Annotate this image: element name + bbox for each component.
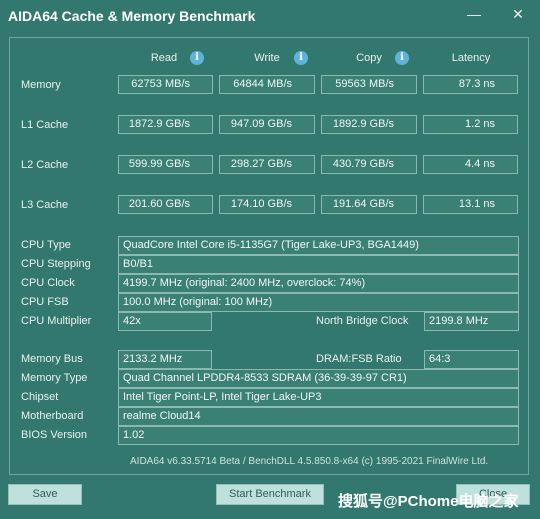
l3-read-value: 201.60 GB/s: [118, 195, 213, 214]
dram-fsb-ratio-label: DRAM:FSB Ratio: [316, 353, 402, 365]
l1-read-value: 1872.9 GB/s: [118, 115, 213, 134]
write-info-icon[interactable]: i: [294, 51, 308, 65]
cpu-multiplier-value: 42x: [118, 312, 212, 331]
minimize-icon[interactable]: —: [466, 6, 482, 22]
cpu-clock-label: CPU Clock: [21, 277, 75, 289]
cpu-fsb-value: 100.0 MHz (original: 100 MHz): [118, 293, 519, 312]
save-button[interactable]: Save: [8, 484, 82, 505]
l3-write-value: 174.10 GB/s: [219, 195, 315, 214]
cpu-type-label: CPU Type: [21, 239, 71, 251]
l2-latency-value: 4.4 ns: [423, 155, 518, 174]
latency-header: Latency: [451, 52, 491, 64]
bios-version-label: BIOS Version: [21, 429, 88, 441]
memory-copy-value: 59563 MB/s: [321, 75, 417, 94]
chipset-label: Chipset: [21, 391, 59, 403]
close-icon[interactable]: ✕: [510, 6, 526, 22]
memory-latency-value: 87.3 ns: [423, 75, 518, 94]
watermark: 搜狐号@PChome电脑之家: [338, 493, 519, 510]
north-bridge-clock-label: North Bridge Clock: [316, 315, 409, 327]
read-info-icon[interactable]: i: [190, 51, 204, 65]
dram-fsb-ratio-value: 64:3: [424, 350, 519, 369]
l2-copy-value: 430.79 GB/s: [321, 155, 417, 174]
window-title: AIDA64 Cache & Memory Benchmark: [8, 8, 256, 24]
row-label-l1: L1 Cache: [21, 119, 69, 131]
l1-copy-value: 1892.9 GB/s: [321, 115, 417, 134]
bios-version-value: 1.02: [118, 426, 519, 445]
cpu-type-value: QuadCore Intel Core i5-1135G7 (Tiger Lak…: [118, 236, 519, 255]
write-header: Write: [254, 52, 280, 64]
title-bar: AIDA64 Cache & Memory Benchmark — ✕: [0, 0, 540, 32]
l3-latency-value: 13.1 ns: [423, 195, 518, 214]
motherboard-value: realme Cloud14: [118, 407, 519, 426]
memory-type-label: Memory Type: [21, 372, 88, 384]
cpu-clock-value: 4199.7 MHz (original: 2400 MHz, overcloc…: [118, 274, 519, 293]
memory-bus-value: 2133.2 MHz: [118, 350, 212, 369]
chipset-value: Intel Tiger Point-LP, Intel Tiger Lake-U…: [118, 388, 519, 407]
copy-header: Copy: [356, 52, 382, 64]
read-header: Read: [150, 52, 178, 64]
row-label-memory: Memory: [21, 79, 61, 91]
memory-type-value: Quad Channel LPDDR4-8533 SDRAM (36-39-39…: [118, 369, 519, 388]
cpu-stepping-value: B0/B1: [118, 255, 519, 274]
l2-write-value: 298.27 GB/s: [219, 155, 315, 174]
l1-write-value: 947.09 GB/s: [219, 115, 315, 134]
north-bridge-clock-value: 2199.8 MHz: [424, 312, 519, 331]
cpu-multiplier-label: CPU Multiplier: [21, 315, 92, 327]
version-footer: AIDA64 v6.33.5714 Beta / BenchDLL 4.5.85…: [130, 456, 489, 467]
memory-read-value: 62753 MB/s: [118, 75, 213, 94]
l1-latency-value: 1.2 ns: [423, 115, 518, 134]
row-label-l3: L3 Cache: [21, 199, 69, 211]
l2-read-value: 599.99 GB/s: [118, 155, 213, 174]
l3-copy-value: 191.64 GB/s: [321, 195, 417, 214]
cpu-stepping-label: CPU Stepping: [21, 258, 91, 270]
copy-info-icon[interactable]: i: [395, 51, 409, 65]
cpu-fsb-label: CPU FSB: [21, 296, 69, 308]
start-benchmark-button[interactable]: Start Benchmark: [216, 484, 324, 505]
memory-write-value: 64844 MB/s: [219, 75, 315, 94]
memory-bus-label: Memory Bus: [21, 353, 83, 365]
motherboard-label: Motherboard: [21, 410, 84, 422]
row-label-l2: L2 Cache: [21, 159, 69, 171]
